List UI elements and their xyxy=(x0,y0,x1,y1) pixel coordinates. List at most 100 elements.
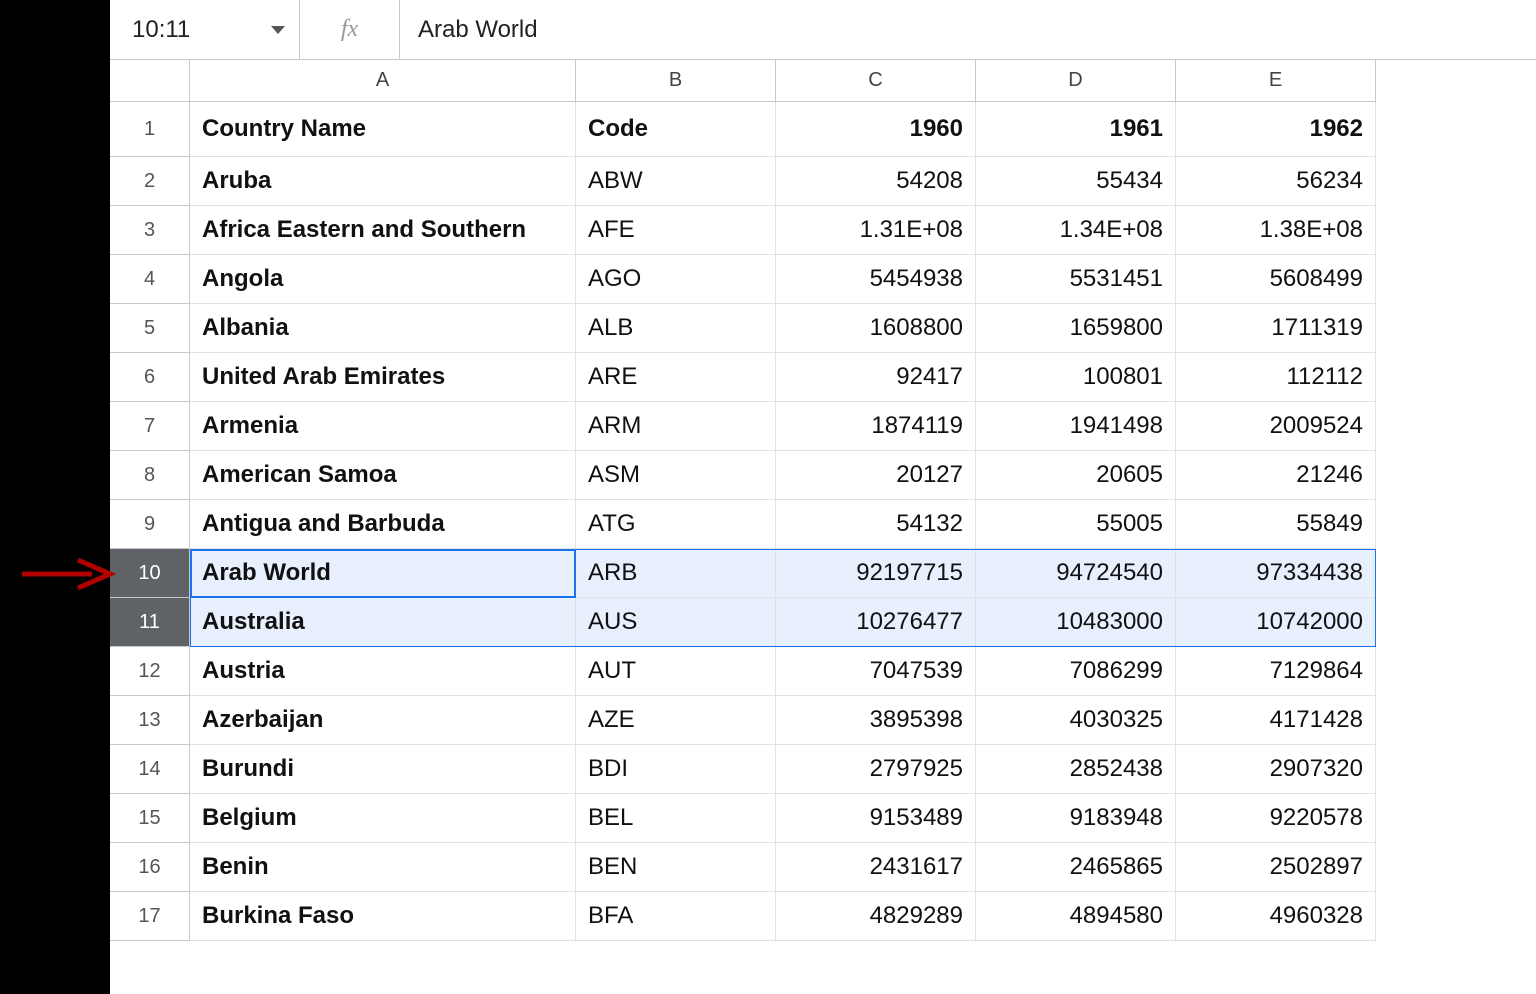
cell[interactable]: 5454938 xyxy=(776,255,976,304)
cell[interactable]: AZE xyxy=(576,696,776,745)
cell[interactable]: AUS xyxy=(576,598,776,647)
cell[interactable]: 1961 xyxy=(976,102,1176,157)
cell[interactable]: AGO xyxy=(576,255,776,304)
cell[interactable]: 1962 xyxy=(1176,102,1376,157)
cell[interactable]: BEL xyxy=(576,794,776,843)
row-header[interactable]: 9 xyxy=(110,500,190,549)
formula-input[interactable] xyxy=(400,0,1536,59)
cell[interactable]: AFE xyxy=(576,206,776,255)
row-header[interactable]: 11 xyxy=(110,598,190,647)
cell[interactable]: Country Name xyxy=(190,102,576,157)
cell[interactable]: ARM xyxy=(576,402,776,451)
name-box[interactable]: 10:11 xyxy=(110,0,300,59)
cell[interactable]: 9153489 xyxy=(776,794,976,843)
row-header[interactable]: 10 xyxy=(110,549,190,598)
row-header[interactable]: 15 xyxy=(110,794,190,843)
cell[interactable]: 2502897 xyxy=(1176,843,1376,892)
row-header[interactable]: 13 xyxy=(110,696,190,745)
cell[interactable]: 7047539 xyxy=(776,647,976,696)
cell[interactable]: ARB xyxy=(576,549,776,598)
cell[interactable]: 5531451 xyxy=(976,255,1176,304)
cell[interactable]: 9220578 xyxy=(1176,794,1376,843)
cell[interactable]: 4960328 xyxy=(1176,892,1376,941)
cell[interactable]: BDI xyxy=(576,745,776,794)
cell[interactable]: 94724540 xyxy=(976,549,1176,598)
cell[interactable]: 55005 xyxy=(976,500,1176,549)
cell[interactable]: 7086299 xyxy=(976,647,1176,696)
row-header[interactable]: 7 xyxy=(110,402,190,451)
cell[interactable]: 2797925 xyxy=(776,745,976,794)
cell[interactable]: 1.38E+08 xyxy=(1176,206,1376,255)
cell[interactable]: ARE xyxy=(576,353,776,402)
cell[interactable]: 4894580 xyxy=(976,892,1176,941)
cell[interactable]: Belgium xyxy=(190,794,576,843)
row-header[interactable]: 14 xyxy=(110,745,190,794)
cell[interactable]: 4171428 xyxy=(1176,696,1376,745)
cell[interactable]: 55434 xyxy=(976,157,1176,206)
cell[interactable]: AUT xyxy=(576,647,776,696)
cell[interactable]: 20605 xyxy=(976,451,1176,500)
cell[interactable]: Antigua and Barbuda xyxy=(190,500,576,549)
cell[interactable]: 56234 xyxy=(1176,157,1376,206)
cell[interactable]: 4829289 xyxy=(776,892,976,941)
column-header-D[interactable]: D xyxy=(976,60,1176,102)
row-header[interactable]: 5 xyxy=(110,304,190,353)
cell[interactable]: Angola xyxy=(190,255,576,304)
cell[interactable]: ASM xyxy=(576,451,776,500)
cell[interactable]: 1960 xyxy=(776,102,976,157)
cell[interactable]: 1941498 xyxy=(976,402,1176,451)
cell[interactable]: American Samoa xyxy=(190,451,576,500)
cell[interactable]: 1.31E+08 xyxy=(776,206,976,255)
column-header-B[interactable]: B xyxy=(576,60,776,102)
cell[interactable]: 5608499 xyxy=(1176,255,1376,304)
cell[interactable]: 2852438 xyxy=(976,745,1176,794)
cell[interactable]: Burkina Faso xyxy=(190,892,576,941)
row-header[interactable]: 3 xyxy=(110,206,190,255)
cell[interactable]: 1711319 xyxy=(1176,304,1376,353)
cell[interactable]: 7129864 xyxy=(1176,647,1376,696)
cell[interactable]: 10483000 xyxy=(976,598,1176,647)
cell[interactable]: Albania xyxy=(190,304,576,353)
cell[interactable]: 92417 xyxy=(776,353,976,402)
cell[interactable]: 112112 xyxy=(1176,353,1376,402)
cell[interactable]: 10276477 xyxy=(776,598,976,647)
cell[interactable]: 3895398 xyxy=(776,696,976,745)
cell[interactable]: Code xyxy=(576,102,776,157)
cell[interactable]: 1608800 xyxy=(776,304,976,353)
cell[interactable]: ATG xyxy=(576,500,776,549)
cell[interactable]: 1659800 xyxy=(976,304,1176,353)
cell[interactable]: 55849 xyxy=(1176,500,1376,549)
cell[interactable]: Austria xyxy=(190,647,576,696)
column-header-E[interactable]: E xyxy=(1176,60,1376,102)
row-header[interactable]: 8 xyxy=(110,451,190,500)
row-header[interactable]: 12 xyxy=(110,647,190,696)
cell[interactable]: 2009524 xyxy=(1176,402,1376,451)
cell[interactable]: BEN xyxy=(576,843,776,892)
cell[interactable]: 20127 xyxy=(776,451,976,500)
cell[interactable]: Burundi xyxy=(190,745,576,794)
cell[interactable]: ABW xyxy=(576,157,776,206)
cell[interactable]: 4030325 xyxy=(976,696,1176,745)
row-header[interactable]: 17 xyxy=(110,892,190,941)
row-header[interactable]: 2 xyxy=(110,157,190,206)
cell[interactable]: 54132 xyxy=(776,500,976,549)
cell[interactable]: United Arab Emirates xyxy=(190,353,576,402)
cell[interactable]: 100801 xyxy=(976,353,1176,402)
row-header[interactable]: 4 xyxy=(110,255,190,304)
row-header[interactable]: 6 xyxy=(110,353,190,402)
cell[interactable]: ALB xyxy=(576,304,776,353)
cell[interactable]: Aruba xyxy=(190,157,576,206)
cell[interactable]: 2431617 xyxy=(776,843,976,892)
cell[interactable]: Arab World xyxy=(190,549,576,598)
cell[interactable]: 2907320 xyxy=(1176,745,1376,794)
cell[interactable]: 1.34E+08 xyxy=(976,206,1176,255)
row-header[interactable]: 16 xyxy=(110,843,190,892)
cell[interactable]: 21246 xyxy=(1176,451,1376,500)
cell[interactable]: 2465865 xyxy=(976,843,1176,892)
cell[interactable]: 9183948 xyxy=(976,794,1176,843)
cell[interactable]: Armenia xyxy=(190,402,576,451)
column-header-A[interactable]: A xyxy=(190,60,576,102)
row-header[interactable]: 1 xyxy=(110,102,190,157)
cell[interactable]: 92197715 xyxy=(776,549,976,598)
cell[interactable]: 54208 xyxy=(776,157,976,206)
